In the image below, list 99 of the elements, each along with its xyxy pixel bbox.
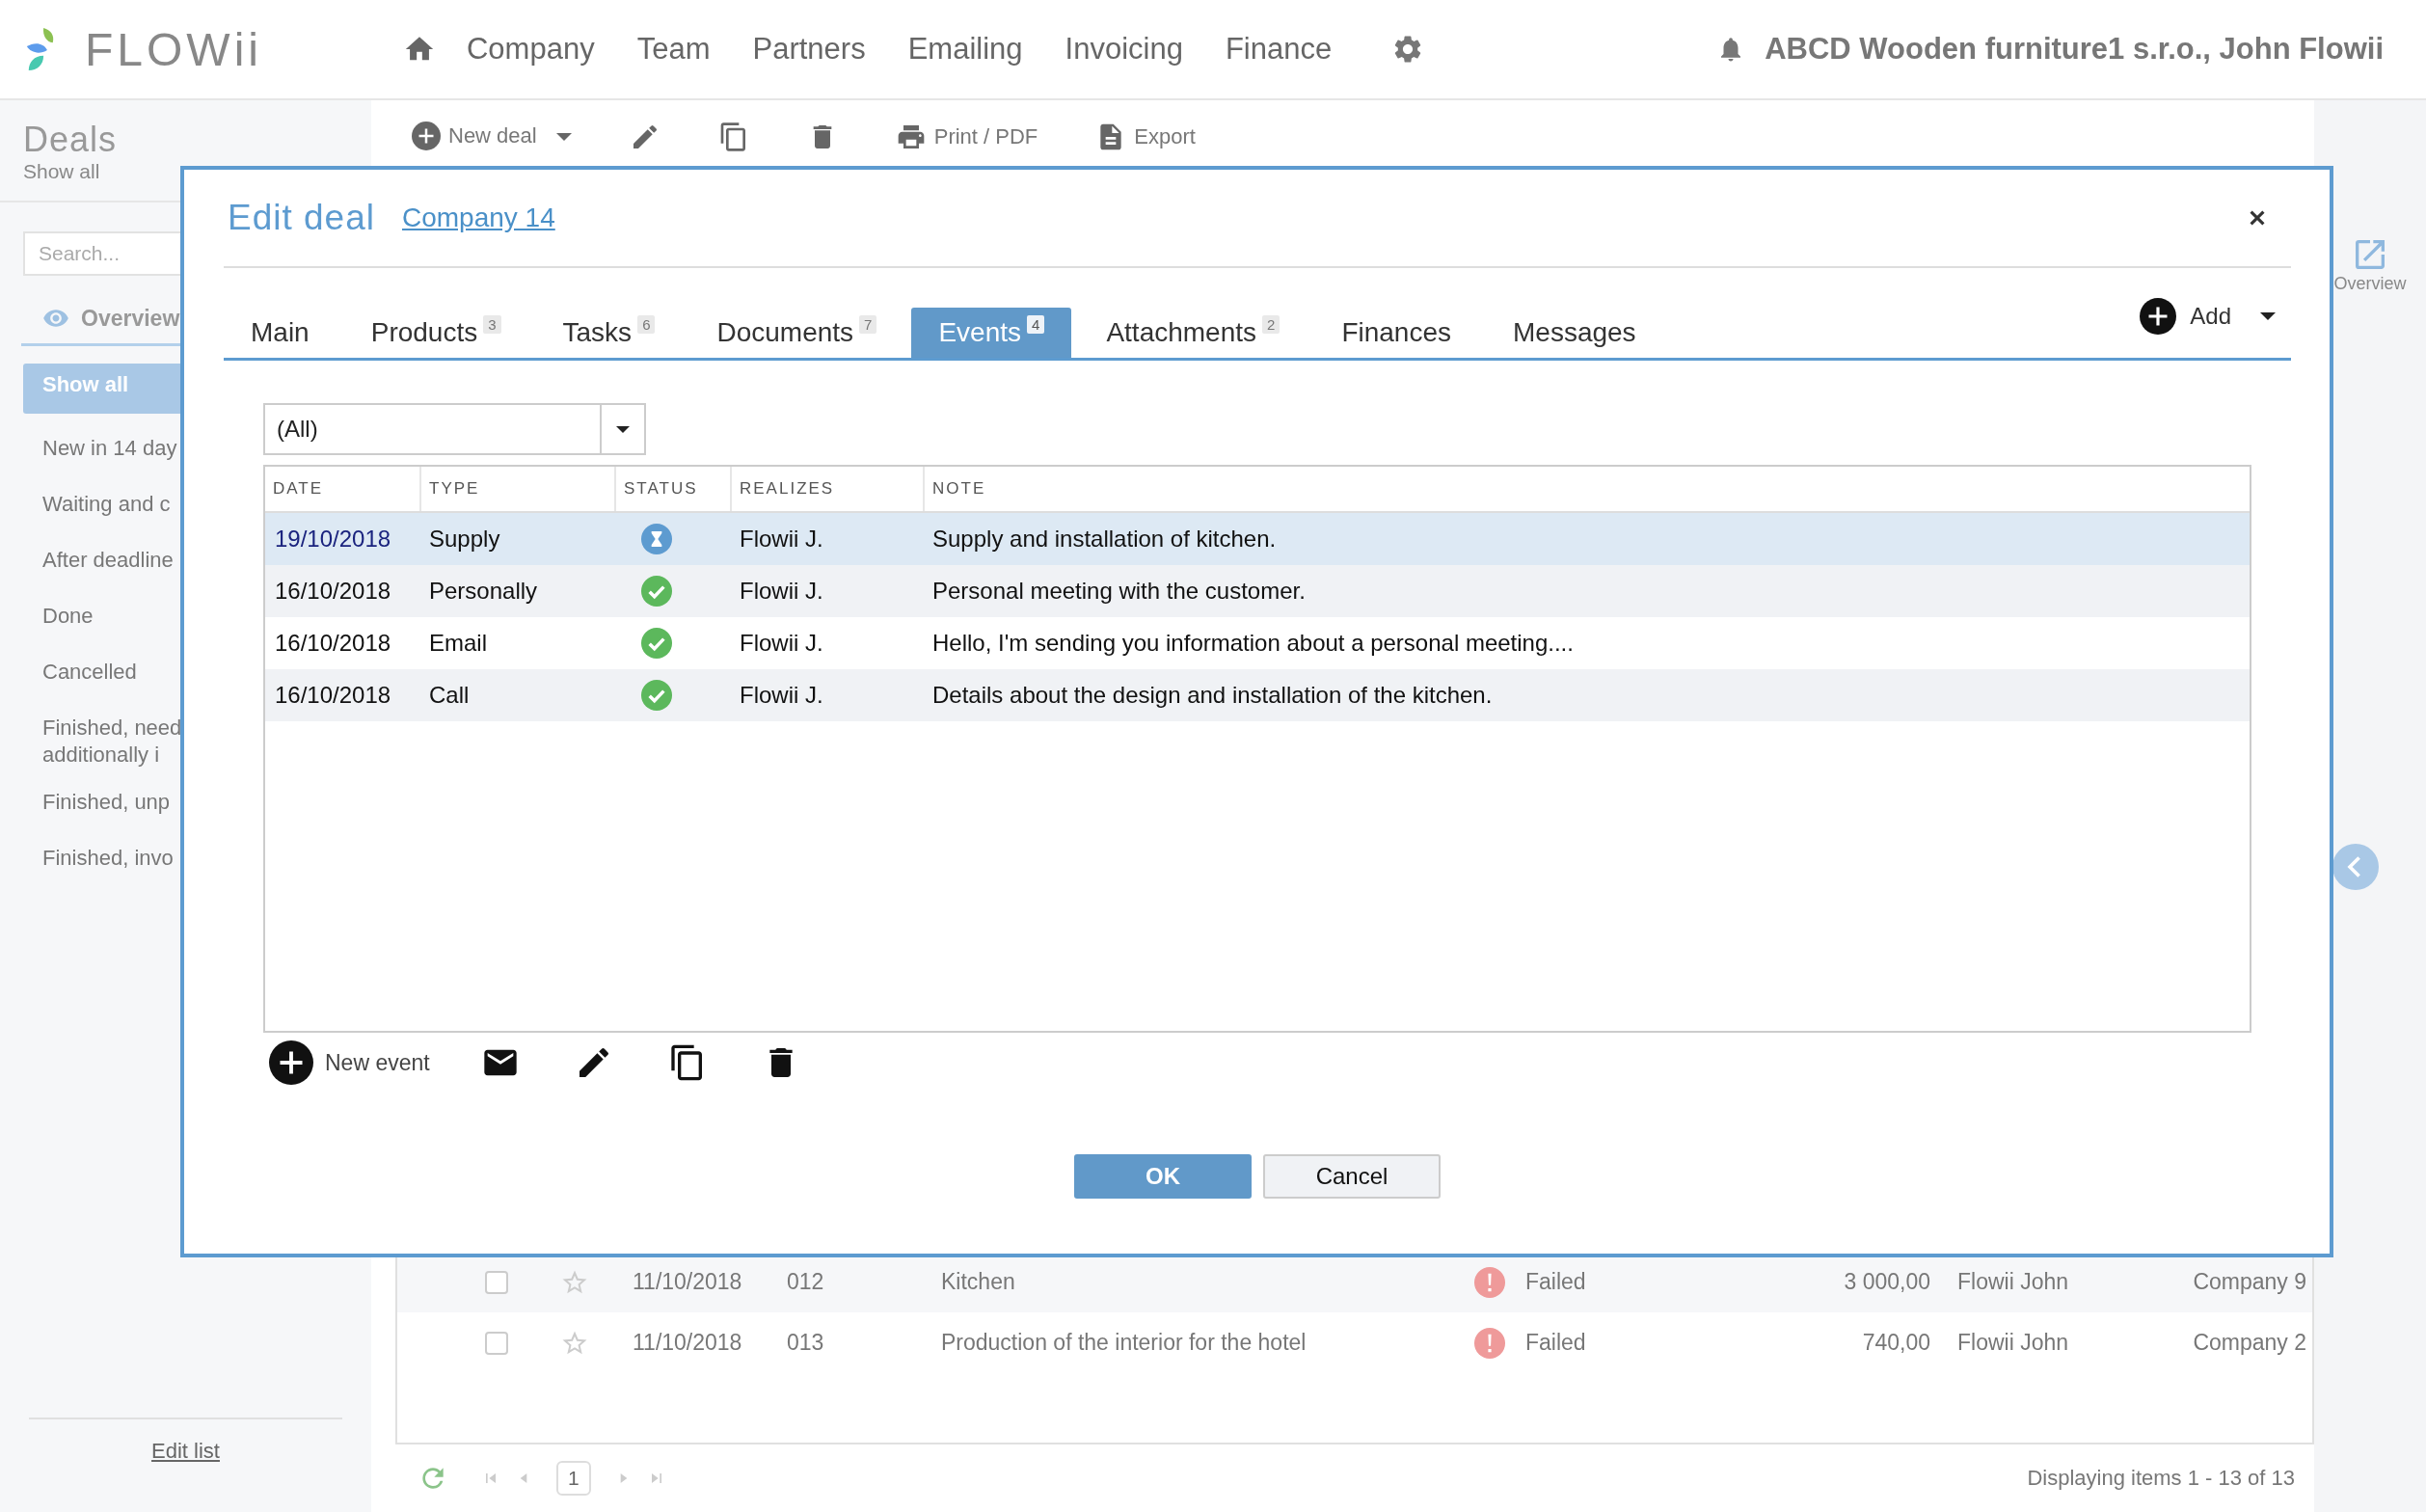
tab-label: Tasks xyxy=(562,317,633,348)
number-cell-text: 012 xyxy=(787,1269,825,1295)
nav-link[interactable]: Company xyxy=(467,32,595,67)
tab[interactable]: Products 3 xyxy=(343,308,528,358)
tab-label: Finances xyxy=(1341,317,1451,348)
check-icon xyxy=(641,680,672,711)
column-header[interactable]: NOTE xyxy=(923,467,2250,511)
tab[interactable]: Main xyxy=(224,308,337,358)
tab-label: Attachments xyxy=(1106,317,1257,348)
realizes-cell-text: Flowii J. xyxy=(739,526,824,553)
add-button[interactable]: Add xyxy=(2140,297,2231,335)
tab-label: Messages xyxy=(1513,317,1636,348)
company-cell-text: Company 2 xyxy=(2192,1330,2306,1356)
new-event-button[interactable]: New event xyxy=(269,1040,430,1085)
plus-icon xyxy=(269,1040,313,1085)
note-cell-text: Hello, I'm sending you information about a personal meeting.... xyxy=(931,630,1575,657)
cancel-button[interactable]: Cancel xyxy=(1263,1154,1441,1199)
tab[interactable]: Tasks 6 xyxy=(535,308,683,358)
count-badge: 4 xyxy=(1027,315,1045,334)
count-badge: 6 xyxy=(637,315,656,334)
realizes-cell-text: Flowii J. xyxy=(739,578,824,605)
date-cell-text: 11/10/2018 xyxy=(633,1269,743,1295)
export-button[interactable]: Export xyxy=(1095,122,1196,152)
owner-cell-text: Flowii John xyxy=(1956,1330,2070,1356)
type-cell-text: Call xyxy=(428,682,471,709)
nav-link[interactable]: Emailing xyxy=(907,32,1023,67)
caret-icon[interactable] xyxy=(2260,311,2276,320)
date-cell-text: 16/10/2018 xyxy=(274,578,392,605)
filter-dropdown[interactable]: (All) xyxy=(263,403,646,455)
date-cell-text: 16/10/2018 xyxy=(274,630,392,657)
edit-list-link[interactable]: Edit list xyxy=(151,1439,220,1463)
collapse-button[interactable] xyxy=(2332,844,2379,890)
company-cell-text: Company 9 xyxy=(2192,1269,2306,1295)
page-subtitle: Show all xyxy=(23,160,101,183)
event-row[interactable]: 19/10/2018 Supply Flowii J. Supply and installation of kitchen. xyxy=(265,513,2250,565)
nav-link[interactable]: Team xyxy=(636,32,711,67)
status-cell-text: Failed xyxy=(1524,1269,1587,1295)
plus-icon xyxy=(2140,297,2177,335)
amount-cell-text: 740,00 xyxy=(1861,1330,1930,1356)
nav-link[interactable]: Finance xyxy=(1225,32,1333,67)
owner-cell-text: Flowii John xyxy=(1956,1269,2070,1295)
logo-text: FLOWii xyxy=(85,22,262,76)
column-header[interactable]: STATUS xyxy=(614,467,730,511)
nav-link[interactable]: Partners xyxy=(752,32,866,67)
tab[interactable]: Attachments 2 xyxy=(1079,308,1307,358)
plus-icon xyxy=(412,122,441,150)
page-number[interactable]: 1 xyxy=(556,1461,591,1496)
tab-label: Events xyxy=(938,317,1022,348)
add-label: Add xyxy=(2190,302,2231,330)
column-header[interactable]: REALIZES xyxy=(730,467,923,511)
event-row[interactable]: 16/10/2018 Personally Flowii J. Personal meeting with the customer. xyxy=(265,565,2250,617)
tab-label: Overview xyxy=(81,305,180,332)
tab-label: Main xyxy=(251,317,310,348)
hourglass-icon xyxy=(641,524,672,554)
date-cell-text: 19/10/2018 xyxy=(274,526,392,553)
tab[interactable]: Messages xyxy=(1486,308,1663,358)
tab-label: Products xyxy=(370,317,478,348)
page-title: Deals xyxy=(23,120,119,160)
warning-icon xyxy=(1474,1266,1505,1298)
count-badge: 7 xyxy=(859,315,877,334)
column-header[interactable]: DATE xyxy=(265,467,419,511)
check-icon xyxy=(641,576,672,607)
type-cell-text: Personally xyxy=(428,578,539,605)
type-cell-text: Email xyxy=(428,630,488,657)
deal-name-cell-text: Kitchen xyxy=(941,1269,1016,1295)
date-cell-text: 16/10/2018 xyxy=(274,682,392,709)
print-button[interactable]: Print / PDF xyxy=(895,122,1038,152)
note-cell-text: Personal meeting with the customer. xyxy=(931,578,1307,605)
tab[interactable]: Finances xyxy=(1314,308,1478,358)
type-cell-text: Supply xyxy=(428,526,501,553)
tab-label: Documents xyxy=(716,317,854,348)
dialog-title: Edit deal xyxy=(228,198,375,238)
realizes-cell-text: Flowii J. xyxy=(739,630,824,657)
status-cell-text: Failed xyxy=(1524,1330,1587,1356)
count-badge: 3 xyxy=(483,315,501,334)
event-row[interactable]: 16/10/2018 Email Flowii J. Hello, I'm sending you information about a personal meeting.... xyxy=(265,617,2250,669)
column-header[interactable]: TYPE xyxy=(419,467,614,511)
nav-link[interactable]: Invoicing xyxy=(1065,32,1183,67)
check-icon xyxy=(641,628,672,659)
new-deal-button[interactable]: New deal xyxy=(412,122,537,150)
realizes-cell-text: Flowii J. xyxy=(739,682,824,709)
tab[interactable]: Events 4 xyxy=(911,308,1072,358)
row-checkbox[interactable] xyxy=(485,1331,508,1355)
deal-name-cell-text: Production of the interior for the hotel xyxy=(941,1330,1307,1356)
event-row[interactable]: 16/10/2018 Call Flowii J. Details about the design and installation of the kitchen. xyxy=(265,669,2250,721)
number-cell-text: 013 xyxy=(787,1330,825,1356)
tab[interactable]: Documents 7 xyxy=(689,308,904,358)
count-badge: 2 xyxy=(1262,315,1280,334)
overview-label: Overview xyxy=(2333,274,2407,294)
note-cell-text: Details about the design and installation of the kitchen. xyxy=(931,682,1494,709)
account-name[interactable]: ABCD Wooden furniture1 s.r.o., John Flowii xyxy=(1765,32,2384,67)
date-cell-text: 11/10/2018 xyxy=(633,1330,743,1356)
note-cell-text: Supply and installation of kitchen. xyxy=(931,526,1278,553)
pager-summary: Displaying items 1 - 13 of 13 xyxy=(2027,1466,2295,1491)
new-event-label: New event xyxy=(325,1049,430,1076)
amount-cell-text: 3 000,00 xyxy=(1843,1269,1930,1295)
caret-icon xyxy=(616,425,630,433)
row-checkbox[interactable] xyxy=(485,1270,508,1294)
warning-icon xyxy=(1474,1327,1505,1359)
